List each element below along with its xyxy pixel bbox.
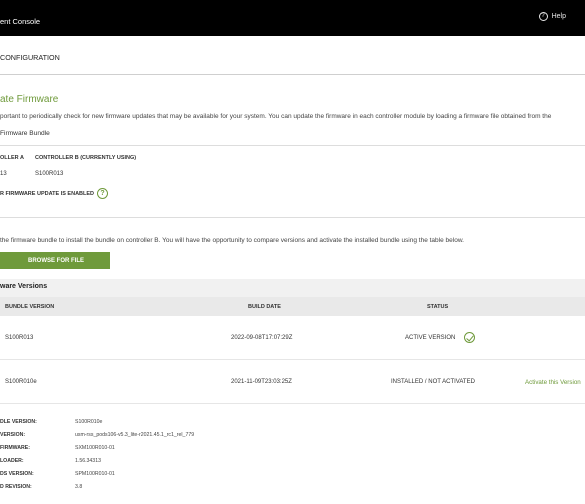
- detail-label: FIRMWARE:: [0, 445, 30, 451]
- detail-value: SPM100R010-01: [75, 471, 115, 477]
- bundle-version-cell: S100R013: [5, 335, 34, 341]
- column-header-build-date: BUILD DATE: [248, 304, 281, 310]
- controller-a-header: OLLER A: [0, 155, 24, 161]
- build-date-cell: 2022-09-08T17:07:29Z: [231, 335, 293, 341]
- help-label: Help: [551, 13, 566, 20]
- detail-label: LOADER:: [0, 458, 24, 464]
- divider: [0, 145, 585, 146]
- detail-label: D REVISION:: [0, 484, 32, 490]
- detail-value: 1.56.34313: [75, 458, 101, 464]
- partner-firmware-update-label: R FIRMWARE UPDATE IS ENABLED: [0, 190, 95, 197]
- column-header-status: STATUS: [427, 304, 449, 310]
- help-icon: ?: [538, 12, 548, 21]
- versions-table-header: [0, 297, 585, 316]
- divider: [0, 217, 585, 218]
- check-circle-icon: [464, 332, 475, 343]
- column-header-bundle-version: BUNDLE VERSION: [5, 304, 55, 310]
- upload-instructions: the firmware bundle to install the bundl…: [0, 237, 464, 244]
- partner-firmware-update: R FIRMWARE UPDATE IS ENABLED ?: [0, 188, 109, 199]
- page-description: portant to periodically check for new fi…: [0, 113, 552, 120]
- controller-b-header: CONTROLLER B (CURRENTLY USING): [35, 155, 137, 161]
- detail-value: 3.8: [75, 484, 83, 490]
- divider: [0, 359, 585, 360]
- detail-label: VERSION:: [0, 432, 26, 438]
- build-date-cell: 2021-11-09T23:03:25Z: [231, 379, 292, 385]
- activate-version-link[interactable]: Activate this Version: [525, 379, 581, 386]
- detail-label: DS VERSION:: [0, 471, 34, 477]
- bundle-version-cell: S100R010e: [5, 379, 37, 385]
- detail-value: S100R010e: [75, 419, 103, 425]
- detail-value: usm-rss_pods106-v5.3_lite-r2021.45.1_rc1…: [75, 432, 195, 438]
- controller-b-version: S100R013: [35, 171, 64, 177]
- status-cell: INSTALLED / NOT ACTIVATED: [391, 379, 475, 385]
- app-title: ent Console: [0, 17, 41, 26]
- controller-a-version: 13: [0, 171, 7, 177]
- firmware-versions-header-band: [0, 279, 585, 297]
- firmware-versions-title: ware Versions: [0, 283, 48, 290]
- detail-value: SXM100R010-01: [75, 445, 115, 451]
- page-title: ate Firmware: [0, 94, 59, 105]
- help-button[interactable]: ? Help: [538, 12, 566, 21]
- divider: [0, 403, 585, 404]
- configuration-tab[interactable]: CONFIGURATION: [0, 53, 60, 62]
- top-bar: ent Console ? Help: [0, 0, 585, 36]
- divider: [0, 74, 585, 75]
- question-icon[interactable]: ?: [97, 188, 109, 199]
- detail-label: DLE VERSION:: [0, 419, 37, 425]
- firmware-bundle-subtitle: Firmware Bundle: [0, 130, 50, 137]
- browse-for-file-button[interactable]: BROWSE FOR FILE: [0, 252, 110, 269]
- status-cell: ACTIVE VERSION: [405, 335, 456, 341]
